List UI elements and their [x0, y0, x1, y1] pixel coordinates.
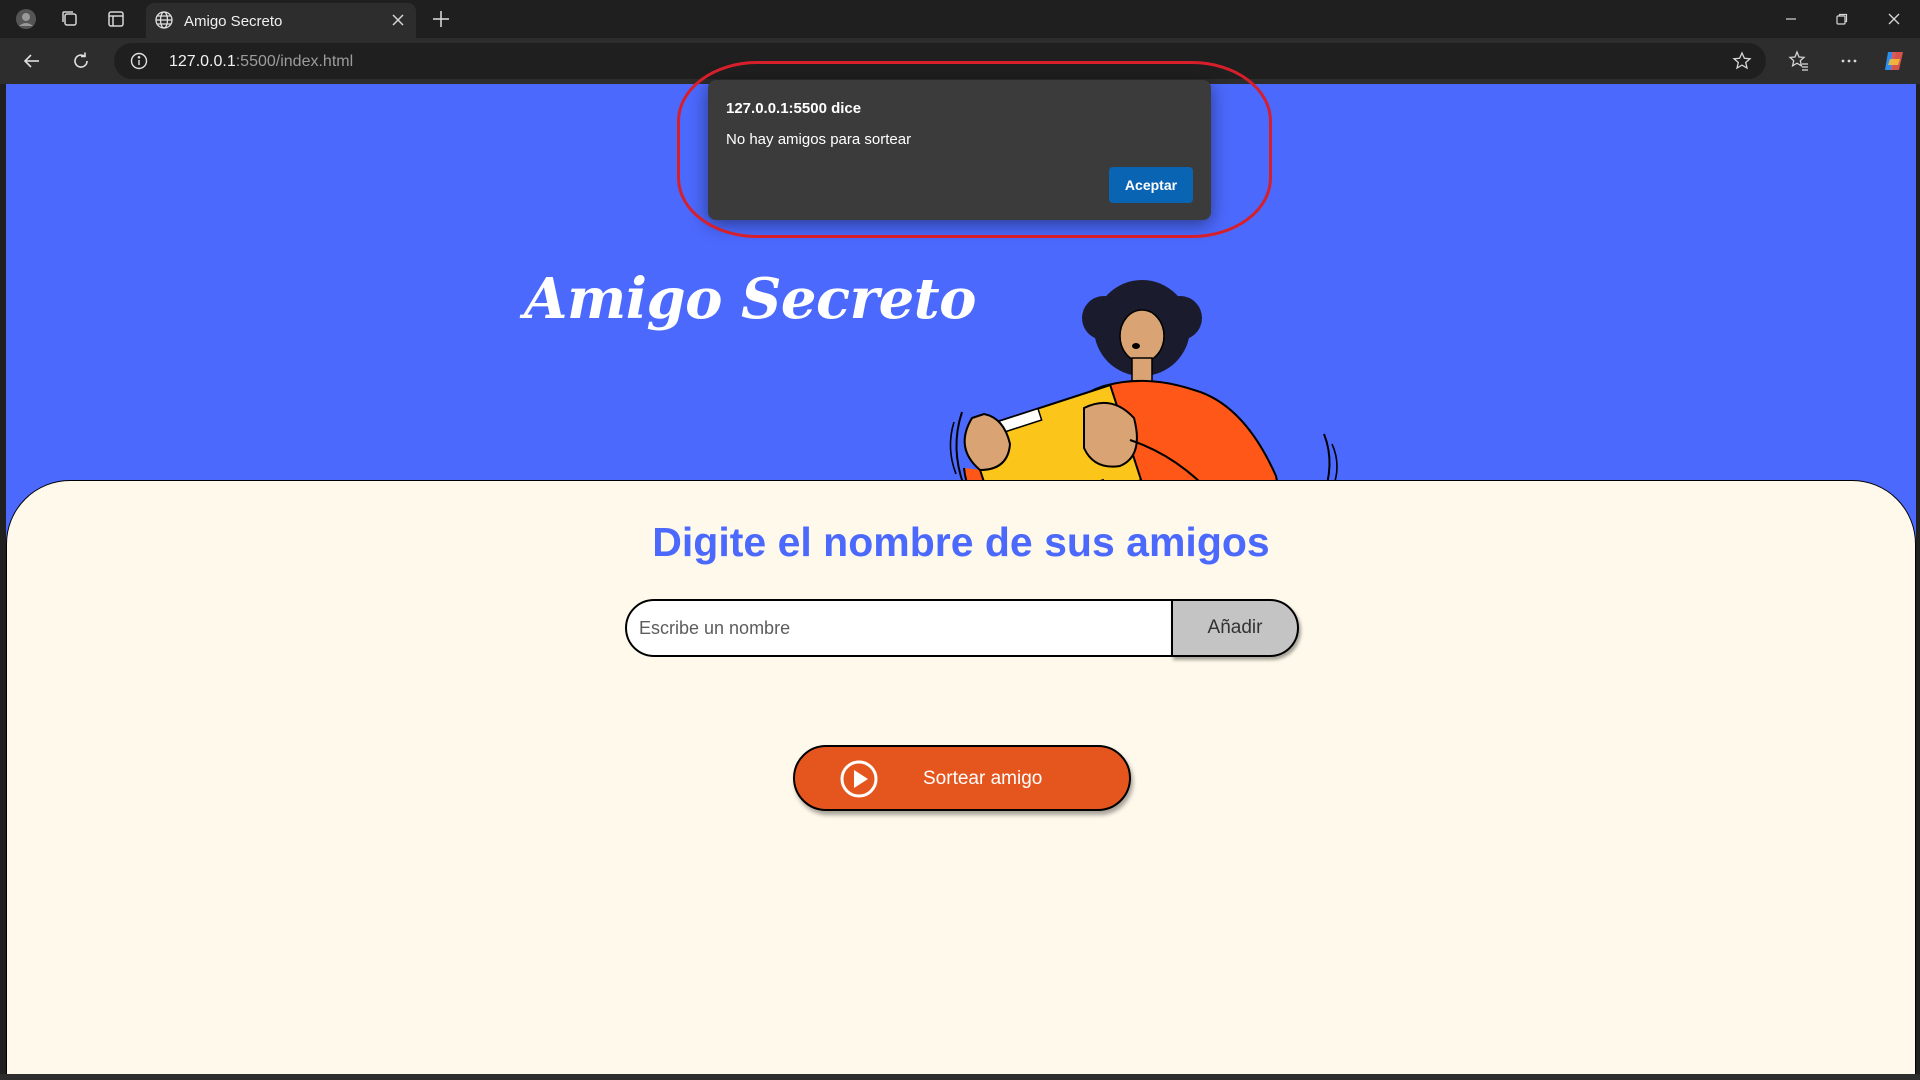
copilot-icon[interactable] — [1882, 49, 1906, 73]
window-bottom-edge — [0, 1074, 1920, 1080]
draw-button[interactable]: Sortear amigo — [793, 745, 1131, 811]
annotation-highlight — [677, 61, 1272, 238]
plus-icon[interactable] — [429, 7, 453, 36]
restore-icon[interactable] — [1830, 7, 1854, 31]
main-content: Digite el nombre de sus amigos Añadir So… — [6, 480, 1916, 1074]
hero-title: Amigo Secreto — [524, 266, 977, 332]
add-button[interactable]: Añadir — [1171, 599, 1299, 657]
url-path: :5500/index.html — [235, 53, 354, 70]
tab-title: Amigo Secreto — [184, 13, 283, 30]
window-close-icon[interactable] — [1882, 7, 1906, 31]
refresh-icon[interactable] — [69, 49, 93, 73]
draw-button-label: Sortear amigo — [923, 768, 1043, 789]
url-text: 127.0.0.1:5500/index.html — [169, 53, 353, 71]
tab-amigo-secreto[interactable]: Amigo Secreto — [146, 3, 416, 38]
close-icon[interactable] — [390, 12, 406, 33]
more-icon[interactable] — [1837, 49, 1861, 73]
globe-icon — [154, 10, 174, 35]
tab-bar: Amigo Secreto — [0, 0, 1920, 38]
star-icon[interactable] — [1732, 51, 1752, 76]
profile-avatar-icon[interactable] — [14, 7, 38, 31]
input-row: Añadir — [625, 599, 1305, 659]
back-icon[interactable] — [20, 49, 44, 73]
section-title: Digite el nombre de sus amigos — [652, 519, 1270, 565]
favorites-icon[interactable] — [1787, 49, 1811, 73]
info-icon[interactable] — [130, 52, 148, 75]
name-input[interactable] — [625, 599, 1175, 657]
workspaces-icon[interactable] — [58, 7, 82, 31]
url-host: 127.0.0.1 — [169, 53, 236, 70]
tab-actions-icon[interactable] — [104, 7, 128, 31]
minimize-icon[interactable] — [1779, 7, 1803, 31]
play-circle-icon — [839, 759, 879, 804]
